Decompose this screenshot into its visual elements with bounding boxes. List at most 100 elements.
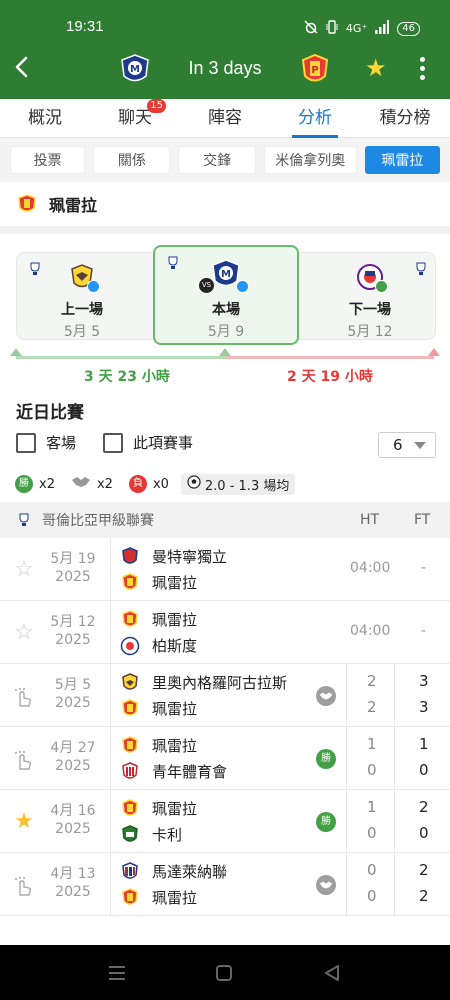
ft-home-score: 1 bbox=[419, 735, 429, 753]
tab-overview[interactable]: 概況 bbox=[0, 99, 90, 137]
away-only-checkbox[interactable]: 客場 bbox=[16, 432, 76, 453]
win-result-badge: 勝 bbox=[316, 749, 336, 769]
remaining-segment bbox=[225, 356, 434, 359]
tab-chat[interactable]: 聊天 15 bbox=[90, 99, 180, 137]
home-icon[interactable] bbox=[216, 965, 232, 985]
match-date: 5月 12 bbox=[50, 614, 96, 630]
checkbox-box[interactable] bbox=[103, 432, 123, 453]
team-logo bbox=[120, 609, 140, 630]
back-icon[interactable] bbox=[324, 965, 340, 985]
ft-home-score: 2 bbox=[419, 798, 429, 816]
match-count-value: 6 bbox=[393, 436, 403, 454]
away-team: 珮雷拉 bbox=[120, 887, 197, 908]
match-row[interactable]: ★ 4月 16 2025 珮雷拉 卡利 勝 1 0 2 0 bbox=[0, 790, 450, 853]
away-team: 青年體育會 bbox=[120, 761, 227, 782]
home-team-name: 珮雷拉 bbox=[152, 800, 198, 818]
tab-standings[interactable]: 積分榜 bbox=[360, 99, 450, 137]
next-match-card[interactable]: 下一場 5月 12 bbox=[305, 253, 435, 340]
match-row[interactable]: 5月 5 2025 里奧內格羅阿古拉斯 珮雷拉 2 2 3 3 bbox=[0, 664, 450, 727]
tab-analysis[interactable]: 分析 bbox=[270, 99, 360, 138]
home-team-logo[interactable]: M bbox=[118, 52, 152, 86]
away-team-logo[interactable]: P bbox=[298, 52, 332, 86]
ft-home-score: 3 bbox=[419, 672, 429, 690]
handshake-icon bbox=[71, 475, 91, 493]
previous-match-card[interactable]: 上一場 5月 5 bbox=[17, 253, 147, 340]
team-logo bbox=[120, 572, 140, 593]
vibrate-icon bbox=[326, 20, 338, 37]
away-team-name: 卡利 bbox=[152, 826, 183, 844]
draw-handshake-icon bbox=[316, 875, 336, 895]
match-row[interactable]: ☆ 5月 19 2025 曼特寧獨立 珮雷拉 04:00 - bbox=[0, 538, 450, 601]
ft-column-header: FT bbox=[414, 512, 431, 528]
ft-score-placeholder: - bbox=[421, 623, 427, 639]
subtab-home-team[interactable]: 米倫拿列奧 bbox=[263, 146, 357, 174]
main-tabs: 概況 聊天 15 陣容 分析 積分榜 bbox=[0, 99, 450, 138]
tab-label: 陣容 bbox=[208, 108, 242, 128]
match-row[interactable]: 4月 13 2025 馬達萊納聯 珮雷拉 0 0 2 2 bbox=[0, 853, 450, 916]
recent-apps-icon[interactable] bbox=[108, 965, 126, 985]
team-logo bbox=[120, 887, 140, 908]
subtab-relation[interactable]: 關係 bbox=[93, 146, 171, 174]
home-team-name: 里奧內格羅阿古拉斯 bbox=[152, 674, 288, 692]
loss-count: x0 bbox=[152, 476, 169, 492]
home-team: 珮雷拉 bbox=[120, 735, 197, 756]
league-cup-icon bbox=[18, 513, 30, 527]
divider bbox=[110, 601, 111, 663]
away-team-name: 珮雷拉 bbox=[152, 574, 198, 592]
until-next-countdown: 2 天 19 小時 bbox=[287, 369, 373, 385]
draw-count: x2 bbox=[96, 476, 113, 492]
current-marker bbox=[219, 348, 231, 356]
team-logo bbox=[120, 798, 140, 819]
divider bbox=[110, 538, 111, 600]
status-icons: 4G⁺ 46 bbox=[304, 20, 420, 37]
team-logo bbox=[120, 824, 140, 845]
tab-label: 聊天 bbox=[118, 108, 152, 128]
divider bbox=[110, 727, 111, 789]
loss-icon: 負 bbox=[128, 475, 147, 493]
home-team-name: 曼特寧獨立 bbox=[152, 548, 228, 566]
favorite-star-icon[interactable]: ★ bbox=[365, 54, 387, 82]
alarm-off-icon bbox=[304, 20, 318, 37]
swipe-hint-icon bbox=[12, 747, 36, 771]
ht-away-score: 2 bbox=[367, 698, 377, 716]
ht-away-score: 0 bbox=[367, 887, 377, 905]
previous-label: 上一場 bbox=[61, 302, 103, 318]
subtab-h2h[interactable]: 交鋒 bbox=[178, 146, 256, 174]
tab-lineup[interactable]: 陣容 bbox=[180, 99, 270, 137]
away-flight-icon bbox=[236, 280, 249, 293]
home-team-name: 馬達萊納聯 bbox=[152, 863, 228, 881]
draw-handshake-icon bbox=[316, 686, 336, 706]
divider bbox=[394, 727, 395, 789]
match-count-select[interactable]: 6 bbox=[378, 432, 436, 458]
checkbox-box[interactable] bbox=[16, 432, 36, 453]
favorite-star-filled-icon[interactable]: ★ bbox=[12, 810, 36, 834]
away-team-name: 青年體育會 bbox=[152, 763, 228, 781]
subtab-away-team[interactable]: 珮雷拉 bbox=[364, 146, 440, 174]
favorite-star-outline-icon[interactable]: ☆ bbox=[12, 621, 36, 645]
recent-filters: 客場 此項賽事 6 bbox=[0, 424, 450, 466]
next-label: 下一場 bbox=[349, 302, 391, 318]
back-arrow-icon[interactable] bbox=[10, 54, 36, 80]
system-nav-bar bbox=[0, 945, 450, 1000]
divider bbox=[110, 853, 111, 915]
more-options-icon[interactable] bbox=[414, 54, 430, 82]
away-team-name: 珮雷拉 bbox=[152, 700, 198, 718]
chat-count-badge: 15 bbox=[147, 99, 166, 113]
home-team-name: 珮雷拉 bbox=[152, 611, 198, 629]
divider bbox=[110, 790, 111, 852]
favorite-star-outline-icon[interactable]: ☆ bbox=[12, 558, 36, 582]
match-row[interactable]: ☆ 5月 12 2025 珮雷拉 柏斯度 04:00 - bbox=[0, 601, 450, 664]
ht-home-score: 1 bbox=[367, 735, 377, 753]
goal-average-value: 2.0 - 1.3 場均 bbox=[204, 478, 290, 494]
current-match-card[interactable]: M VS 本場 5月 9 bbox=[153, 245, 299, 345]
elapsed-segment bbox=[16, 356, 225, 359]
league-cup-icon bbox=[29, 261, 41, 275]
ft-away-score: 0 bbox=[419, 761, 429, 779]
ft-away-score: 3 bbox=[419, 698, 429, 716]
match-row[interactable]: 4月 27 2025 珮雷拉 青年體育會 勝 1 0 1 0 bbox=[0, 727, 450, 790]
same-competition-checkbox[interactable]: 此項賽事 bbox=[103, 432, 193, 453]
away-team-name: 柏斯度 bbox=[152, 637, 198, 655]
team-logo bbox=[120, 761, 140, 782]
win-icon: 勝 bbox=[15, 475, 33, 493]
subtab-vote[interactable]: 投票 bbox=[10, 146, 86, 174]
